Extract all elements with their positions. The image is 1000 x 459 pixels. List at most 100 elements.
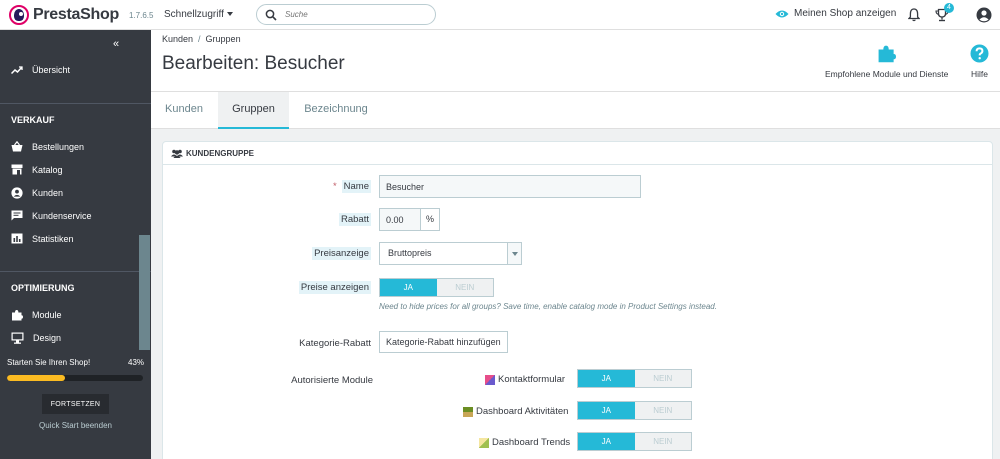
sidebar-item-label: Kunden [32,188,64,198]
help-icon [970,44,989,63]
sidebar-item-label: Module [32,310,62,320]
module-dashboard-activity-switch[interactable]: JA NEIN [577,401,692,420]
sidebar-item-orders[interactable]: Bestellungen [11,141,84,152]
module-dashboard-trends: Dashboard Trends [479,437,570,448]
recommended-modules-button[interactable]: Empfohlene Module und Dienste [825,44,948,79]
quick-access-label: Schnellzugriff [164,9,224,20]
breadcrumb: Kunden / Gruppen [162,34,241,44]
breadcrumb-item[interactable]: Gruppen [206,34,241,44]
view-shop-link[interactable]: Meinen Shop anzeigen [775,8,896,19]
sidebar-item-label: Kundenservice [32,210,92,221]
price-display-select[interactable]: Bruttopreis [379,242,522,265]
store-icon [11,164,23,175]
percent-addon: % [421,208,440,231]
basket-icon [11,141,23,152]
resume-button[interactable]: FORTSETZEN [42,394,109,414]
customer-group-panel: KUNDENGRUPPE * Name Rabatt % Preisanzeige… [162,141,993,459]
name-input[interactable] [379,175,641,198]
module-label: Dashboard Trends [492,437,571,448]
sidebar-section-sell: VERKAUF [11,115,55,125]
show-prices-switch[interactable]: JA NEIN [379,278,494,297]
panel-heading: KUNDENGRUPPE [163,142,992,165]
sidebar-item-customer-service[interactable]: Kundenservice [11,210,92,221]
bell-icon[interactable] [908,8,920,22]
sidebar-item-label: Design [33,333,62,343]
sidebar-item-label: Katalog [32,164,63,175]
switch-yes[interactable]: JA [380,279,437,296]
sidebar-section-improve: OPTIMIERUNG [11,283,75,293]
account-icon[interactable] [976,7,992,23]
page-title: Bearbeiten: Besucher [162,53,345,74]
search-input[interactable] [285,8,425,21]
dashboard-trends-icon [479,437,489,448]
discount-input[interactable] [379,208,421,231]
puzzle-icon [12,310,23,321]
sidebar-divider [0,103,151,104]
sidebar-item-catalog[interactable]: Katalog [11,164,63,175]
logo-text: PrestaShop [33,6,119,23]
sidebar-item-overview[interactable]: Übersicht [11,65,70,75]
users-icon [171,149,183,158]
onboarding-widget: Starten Sie Ihren Shop! 43% FORTSETZEN Q… [0,350,151,459]
collapse-sidebar-icon[interactable]: « [113,38,119,50]
discount-label-text: Rabatt [339,213,371,226]
top-header: PrestaShop 1.7.6.5 Schnellzugriff Meinen… [0,0,1000,30]
tab-groups[interactable]: Gruppen [218,92,289,129]
show-prices-label: Preise anzeigen [289,281,371,294]
authorized-modules-label: Autorisierte Module [291,375,373,386]
bar-chart-icon [11,233,23,244]
trending-up-icon [11,66,23,75]
switch-yes[interactable]: JA [578,433,635,450]
monitor-icon [11,332,24,344]
sidebar-item-design[interactable]: Design [11,332,61,344]
notification-badge: 4 [944,3,954,13]
switch-no[interactable]: NEIN [634,402,691,419]
onboarding-progress-fill [7,375,66,381]
module-label: Kontaktformular [498,374,566,385]
sidebar-item-label: Statistiken [32,233,74,244]
switch-no[interactable]: NEIN [634,433,691,450]
tab-titles[interactable]: Bezeichnung [291,92,381,129]
module-label: Dashboard Aktivitäten [476,406,569,417]
name-label-text: Name [341,180,371,193]
help-label: Hilfe [970,69,988,79]
sidebar-item-label: Bestellungen [32,141,85,152]
version-label: 1.7.6.5 [129,11,154,20]
view-shop-label: Meinen Shop anzeigen [794,8,897,19]
tab-customers[interactable]: Kunden [151,92,217,129]
switch-yes[interactable]: JA [578,370,635,387]
help-button[interactable]: Hilfe [970,44,989,79]
sidebar-item-customers[interactable]: Kunden [11,187,63,199]
module-contact-form: Kontaktformular [485,374,565,385]
switch-yes[interactable]: JA [578,402,635,419]
show-prices-help: Need to hide prices for all groups? Save… [379,302,717,311]
sidebar-item-statistics[interactable]: Statistiken [11,233,74,244]
prestashop-logo[interactable]: PrestaShop [9,5,119,25]
price-display-value: Bruttopreis [388,248,432,258]
end-quickstart-link[interactable]: Quick Start beenden [0,421,151,430]
search-box [256,4,436,25]
user-circle-icon [11,187,23,199]
sidebar-item-modules[interactable]: Module [11,309,62,321]
search-icon[interactable] [265,9,277,21]
caret-down-icon [226,12,233,17]
module-contact-form-switch[interactable]: JA NEIN [577,369,692,388]
switch-no[interactable]: NEIN [436,279,493,296]
onboarding-percent: 43% [128,358,145,367]
chat-icon [11,210,23,221]
quick-access-dropdown[interactable]: Schnellzugriff [164,9,233,20]
discount-label: Rabatt [329,213,371,226]
price-display-label-text: Preisanzeige [312,247,371,260]
recommended-modules-label: Empfohlene Module und Dienste [825,69,949,79]
name-label: * Name [329,180,371,193]
puzzle-icon [878,45,897,63]
add-category-discount-button[interactable]: Kategorie-Rabatt hinzufügen [379,331,508,353]
module-dashboard-trends-switch[interactable]: JA NEIN [577,432,692,451]
sidebar-scrollbar[interactable] [139,235,150,350]
chevron-down-icon [507,243,521,264]
onboarding-progress-bar [7,375,143,381]
onboarding-title: Starten Sie Ihren Shop! [7,358,91,367]
breadcrumb-item[interactable]: Kunden [162,34,193,44]
switch-no[interactable]: NEIN [634,370,691,387]
logo-icon [9,5,29,25]
